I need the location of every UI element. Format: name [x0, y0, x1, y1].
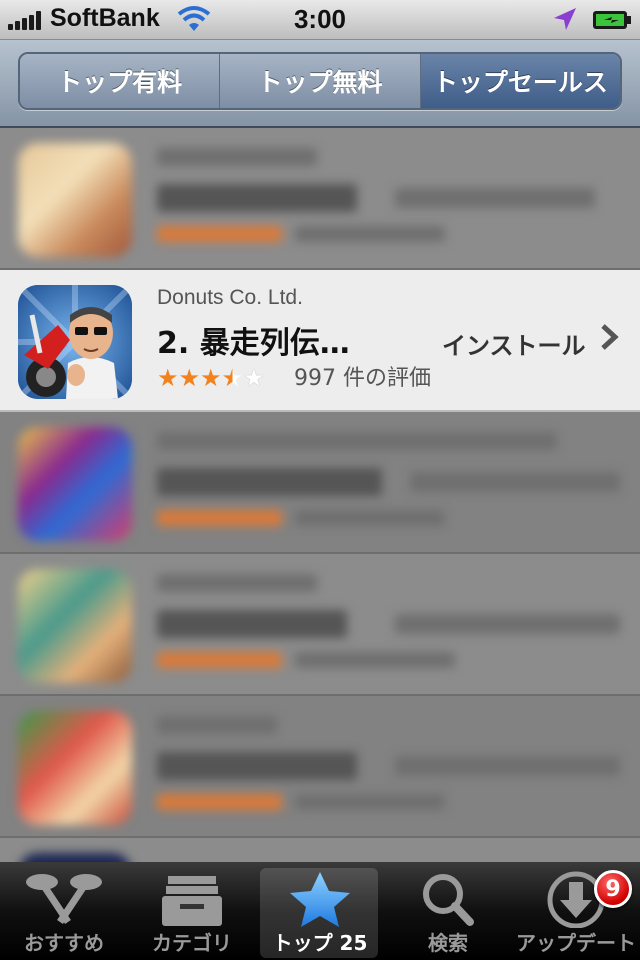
install-button[interactable]: インストール: [442, 326, 586, 361]
review-count: 997 件の評価: [294, 366, 431, 391]
app-icon: [18, 711, 132, 825]
list-item-featured[interactable]: Donuts Co. Ltd. 2. 暴走列伝… ★★★★★ 997 件の評価 …: [0, 270, 640, 412]
featured-icon: [26, 874, 102, 924]
star-icon: ★: [157, 364, 179, 392]
list-item[interactable]: [0, 128, 640, 270]
update-count-badge: 9: [594, 870, 632, 908]
navigation-bar: トップ有料 トップ無料 トップセールス: [0, 40, 640, 128]
status-bar: SoftBank 3:00: [0, 0, 640, 40]
tab-top-free[interactable]: トップ無料: [220, 54, 421, 108]
list-item[interactable]: [0, 696, 640, 838]
app-developer: Donuts Co. Ltd.: [157, 286, 303, 309]
app-icon: [18, 569, 132, 683]
list-item[interactable]: [0, 554, 640, 696]
tab-top-grossing[interactable]: トップセールス: [420, 54, 620, 108]
tab-top-25[interactable]: トップ 25: [256, 862, 384, 960]
star-icon: ★: [178, 364, 201, 392]
app-list[interactable]: Donuts Co. Ltd. 2. 暴走列伝… ★★★★★ 997 件の評価 …: [0, 128, 640, 862]
star-icon: ★: [243, 364, 265, 392]
categories-icon: [162, 876, 222, 926]
battery-charging-icon: [593, 11, 631, 29]
app-icon: [18, 285, 132, 399]
search-icon: [423, 874, 474, 926]
app-icon: [18, 427, 132, 541]
chevron-right-icon[interactable]: [598, 322, 622, 352]
star-icon: ★: [200, 364, 222, 392]
tab-top-paid[interactable]: トップ有料: [20, 54, 221, 108]
tab-featured[interactable]: おすすめ: [0, 862, 128, 960]
app-icon: [18, 853, 132, 862]
tab-search[interactable]: 検索: [384, 862, 512, 960]
list-item[interactable]: [0, 838, 640, 862]
tab-updates[interactable]: 9 アップデート: [512, 862, 640, 960]
top-charts-segmented-control: トップ有料 トップ無料 トップセールス: [18, 52, 622, 110]
star-icon: [290, 872, 350, 927]
half-star-icon: ★: [221, 364, 244, 392]
tab-categories[interactable]: カテゴリ: [128, 862, 256, 960]
app-icon: [18, 143, 132, 257]
app-title: 2. 暴走列伝…: [157, 326, 350, 361]
location-arrow-icon: [554, 8, 576, 30]
list-item[interactable]: [0, 412, 640, 554]
status-time: 3:00: [293, 4, 347, 34]
rating-stars: ★★★★★: [157, 364, 265, 392]
tab-bar: おすすめ カテゴリ トップ 25 検索 9 アップデート: [0, 862, 640, 960]
